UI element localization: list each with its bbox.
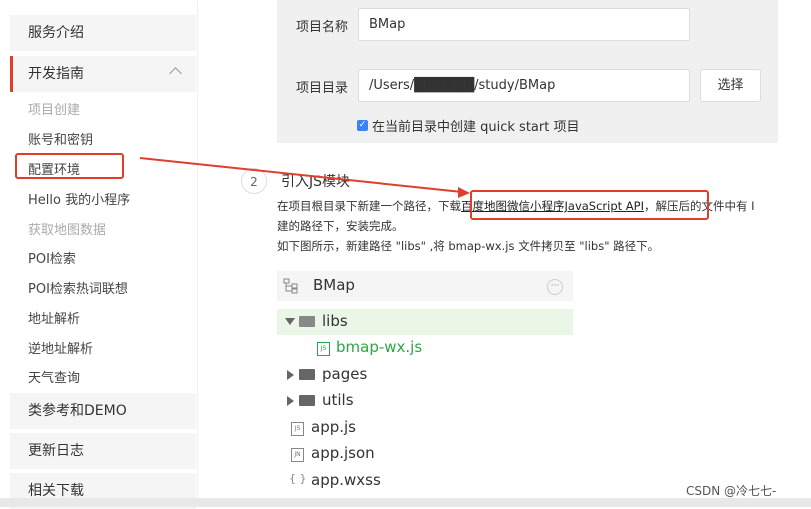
folder-open-icon xyxy=(299,316,315,327)
caret-right-icon xyxy=(287,370,294,380)
csdn-watermark: CSDN @冷七七- xyxy=(686,484,777,498)
tree-label-app-wxss: app.wxss xyxy=(311,471,381,489)
tree-row-pages[interactable]: pages xyxy=(277,362,573,388)
tree-label-libs: libs xyxy=(322,312,348,330)
tree-row-bmap-wx[interactable]: JS bmap-wx.js xyxy=(277,335,573,361)
tree-row-app-wxss[interactable]: { } app.wxss xyxy=(277,468,573,494)
json-file-icon: JN xyxy=(291,448,304,462)
tree-label-bmap-wx: bmap-wx.js xyxy=(336,338,423,356)
tree-label-pages: pages xyxy=(322,365,368,383)
more-options-icon[interactable]: ··· xyxy=(547,279,563,295)
caret-right-icon xyxy=(287,396,294,406)
folder-icon xyxy=(299,395,315,406)
tree-row-libs[interactable]: libs xyxy=(277,309,573,335)
tree-row-app-js[interactable]: JS app.js xyxy=(277,415,573,441)
tree-label-utils: utils xyxy=(322,391,354,409)
style-file-icon: { } xyxy=(289,472,307,485)
tree-label-app-js: app.js xyxy=(311,418,356,436)
file-tree-header: BMap ··· xyxy=(277,271,573,301)
project-root-title: BMap xyxy=(313,276,355,294)
folder-icon xyxy=(299,369,315,380)
file-tree: BMap ··· libs JS bmap-wx.js pages utils … xyxy=(277,271,573,507)
caret-down-icon xyxy=(285,318,295,325)
tree-label-app-json: app.json xyxy=(311,444,375,462)
js-file-icon: JS xyxy=(291,422,304,436)
tree-structure-icon xyxy=(283,278,298,294)
tree-row-utils[interactable]: utils xyxy=(277,388,573,414)
bottom-scrollbar[interactable] xyxy=(0,498,811,507)
js-file-icon: JS xyxy=(317,342,330,356)
tree-row-app-json[interactable]: JN app.json xyxy=(277,441,573,467)
